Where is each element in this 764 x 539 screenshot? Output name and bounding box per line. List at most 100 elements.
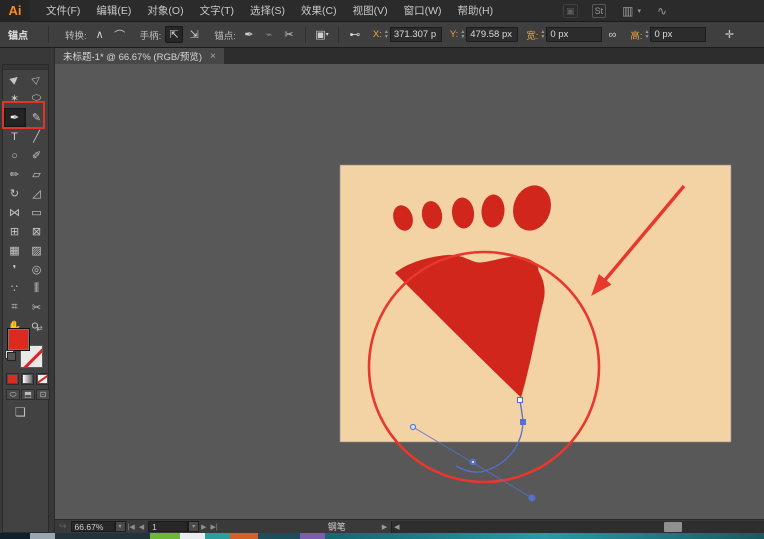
link-dimensions-icon[interactable]: ∞: [603, 26, 621, 43]
scale-tool[interactable]: ◿: [26, 184, 48, 203]
shape-builder-tool[interactable]: ⊞: [4, 222, 26, 241]
cut-path-button[interactable]: ✂: [280, 26, 298, 43]
document-tab[interactable]: 未标题-1* @ 66.67% (RGB/预览) ×: [55, 48, 224, 64]
menu-select[interactable]: 选择(S): [242, 0, 293, 22]
draw-inside-button[interactable]: ⊡: [36, 389, 50, 400]
menu-view[interactable]: 视图(V): [345, 0, 396, 22]
none-mode-button[interactable]: [36, 373, 49, 385]
draw-behind-button[interactable]: ⬒: [21, 389, 35, 400]
x-input[interactable]: 371.307 p: [389, 27, 442, 42]
default-fill-stroke-icon[interactable]: [5, 350, 16, 361]
line-segment-tool[interactable]: ╱: [26, 127, 48, 146]
document-tab-bar: 未标题-1* @ 66.67% (RGB/预览) ×: [55, 48, 764, 64]
pen-tool[interactable]: ✒: [3, 108, 26, 127]
scroll-left-arrow[interactable]: ◀: [394, 523, 399, 531]
menu-window[interactable]: 窗口(W): [396, 0, 450, 22]
cs-live-icon[interactable]: ∿: [655, 4, 669, 18]
taskbar-segment: [300, 533, 325, 539]
gradient-tool[interactable]: ▨: [26, 241, 48, 260]
transform-options-icon[interactable]: ✛: [720, 26, 738, 43]
lasso-tool[interactable]: ⬭: [26, 89, 48, 108]
prev-artboard-button[interactable]: ◀: [139, 523, 144, 531]
width-input[interactable]: 0 px: [546, 27, 603, 42]
convert-corner-button[interactable]: ∧: [91, 26, 109, 43]
x-stepper[interactable]: ▲ ▼: [384, 29, 389, 40]
app-logo[interactable]: Ai: [0, 0, 30, 22]
column-graph-tool[interactable]: ⫼: [26, 279, 48, 298]
handle-endpoint[interactable]: [409, 423, 417, 431]
draw-mode-buttons: ⬭ ⬒ ⊡: [6, 389, 50, 400]
curvature-tool[interactable]: ✎: [26, 108, 48, 127]
workspace-switcher[interactable]: ▥ ▾: [620, 4, 641, 18]
menu-type[interactable]: 文字(T): [192, 0, 242, 22]
hollow-anchor-point[interactable]: [516, 396, 524, 404]
stock-icon[interactable]: St: [591, 3, 607, 18]
direct-selection-tool[interactable]: ▷: [26, 70, 48, 89]
free-transform-tool[interactable]: ▭: [26, 203, 48, 222]
scrollbar-thumb[interactable]: [664, 521, 683, 532]
screen-mode-button[interactable]: ❏: [15, 405, 26, 419]
slice-tool[interactable]: ✂: [26, 298, 48, 317]
y-label: Y:: [449, 29, 459, 40]
color-mode-button[interactable]: [6, 373, 19, 385]
ellipse-tool[interactable]: ○: [4, 146, 26, 165]
delete-anchor-button[interactable]: ✒: [240, 26, 258, 43]
fill-swatch[interactable]: [7, 328, 30, 351]
paintbrush-tool[interactable]: ✐: [26, 146, 48, 165]
first-artboard-button[interactable]: |◀: [128, 523, 135, 531]
windows-taskbar-sliver: [0, 533, 764, 539]
magic-wand-tool[interactable]: ✶: [4, 89, 26, 108]
status-export-icon[interactable]: ↪: [59, 521, 67, 532]
zoom-dropdown-button[interactable]: ▾: [114, 521, 126, 532]
document-title: 未标题-1* @ 66.67% (RGB/预览): [63, 52, 202, 63]
menu-edit[interactable]: 编辑(E): [88, 0, 139, 22]
artboard-number-field[interactable]: 1: [148, 521, 189, 532]
artboard-tool[interactable]: ⌗: [4, 298, 26, 317]
menu-right-icons: ▣ St ▥ ▾ ∿: [563, 3, 669, 18]
menu-help[interactable]: 帮助(H): [450, 0, 502, 22]
height-stepper[interactable]: ▲ ▼: [645, 29, 650, 40]
eyedropper-tool[interactable]: ❜: [4, 260, 26, 279]
symbol-sprayer-tool[interactable]: ∵: [4, 279, 26, 298]
status-pane-arrow[interactable]: ▶: [382, 523, 387, 531]
draw-normal-button[interactable]: ⬭: [6, 389, 20, 400]
rotate-tool[interactable]: ↻: [4, 184, 26, 203]
connect-path-button[interactable]: ⌁: [260, 26, 278, 43]
width-stepper[interactable]: ▲ ▼: [540, 29, 545, 40]
height-input[interactable]: 0 px: [650, 27, 707, 42]
taskbar-segment: [0, 533, 30, 539]
perspective-grid-tool[interactable]: ⊠: [26, 222, 48, 241]
bridge-icon[interactable]: ▣: [563, 3, 578, 18]
width-tool[interactable]: ⋈: [4, 203, 26, 222]
isolate-button[interactable]: ▣ ▾: [313, 26, 331, 43]
menu-file[interactable]: 文件(F): [38, 0, 88, 22]
show-handles-button[interactable]: ⇱: [165, 26, 184, 43]
y-input[interactable]: 479.58 px: [466, 27, 519, 42]
mesh-tool[interactable]: ▦: [4, 241, 26, 260]
artboard-dropdown-button[interactable]: ▾: [188, 521, 200, 532]
y-stepper[interactable]: ▲ ▼: [460, 29, 465, 40]
gradient-mode-button[interactable]: [21, 373, 34, 385]
horizontal-scrollbar[interactable]: ◀: [391, 520, 764, 533]
swap-fill-stroke-icon[interactable]: ⇄: [36, 324, 43, 333]
swatch-area: ⇄ ⬭ ⬒ ⊡ ❏: [3, 323, 50, 423]
handle-endpoint[interactable]: [528, 494, 536, 502]
close-icon[interactable]: ×: [210, 51, 216, 62]
anchor-connector-icon[interactable]: ⊷: [346, 26, 364, 43]
control-bar-mode-label: 锚点: [8, 31, 28, 42]
menu-effect[interactable]: 效果(C): [293, 0, 345, 22]
canvas-area[interactable]: [55, 64, 764, 519]
selection-tool[interactable]: ▶: [4, 70, 26, 89]
eraser-tool[interactable]: ▱: [26, 165, 48, 184]
last-artboard-button[interactable]: ▶|: [211, 523, 218, 531]
anchors-label: 锚点:: [214, 30, 236, 42]
type-tool[interactable]: T: [4, 127, 26, 146]
convert-smooth-button[interactable]: ⌒: [111, 26, 129, 43]
hide-handles-button[interactable]: ⇲: [185, 26, 203, 43]
menu-object[interactable]: 对象(O): [139, 0, 191, 22]
blend-tool[interactable]: ◎: [26, 260, 48, 279]
next-artboard-button[interactable]: ▶: [201, 523, 206, 531]
selected-anchor-point[interactable]: [520, 419, 526, 425]
zoom-level-field[interactable]: 66.67%: [70, 521, 115, 532]
pencil-tool[interactable]: ✏: [4, 165, 26, 184]
